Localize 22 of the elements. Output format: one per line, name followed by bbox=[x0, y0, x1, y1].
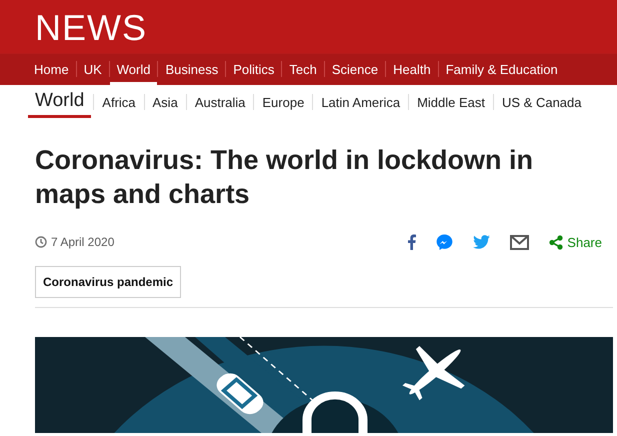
nav-link[interactable]: Home bbox=[27, 54, 76, 85]
nav-link[interactable]: Science bbox=[324, 54, 386, 85]
subsection-link[interactable]: Europe bbox=[254, 94, 312, 110]
article-headline: Coronavirus: The world in lockdown in maps and charts bbox=[35, 144, 534, 211]
nav-link[interactable]: Family & Education bbox=[438, 54, 565, 85]
subsection-link[interactable]: Asia bbox=[144, 94, 186, 110]
section-title-link[interactable]: World bbox=[28, 86, 92, 118]
nav-link[interactable]: Health bbox=[386, 54, 438, 85]
nav-link[interactable]: Business bbox=[158, 54, 226, 85]
news-logo[interactable]: NEWS bbox=[35, 8, 147, 46]
nav-link[interactable]: Politics bbox=[226, 54, 282, 85]
nav-link[interactable]: World bbox=[110, 54, 158, 85]
subsection-link[interactable]: Middle East bbox=[409, 94, 493, 110]
publish-date: 7 April 2020 bbox=[51, 235, 114, 249]
topic-tag-link[interactable]: Coronavirus pandemic bbox=[35, 266, 182, 298]
subsection-link[interactable]: Latin America bbox=[313, 94, 408, 110]
nav-link[interactable]: UK bbox=[76, 54, 109, 85]
share-button[interactable]: Share bbox=[549, 234, 602, 250]
subsection-link[interactable]: Australia bbox=[186, 94, 254, 110]
subsection-link[interactable]: Africa bbox=[94, 94, 144, 110]
nav-link[interactable]: Tech bbox=[282, 54, 324, 85]
subsection-link[interactable]: US & Canada bbox=[494, 94, 590, 110]
